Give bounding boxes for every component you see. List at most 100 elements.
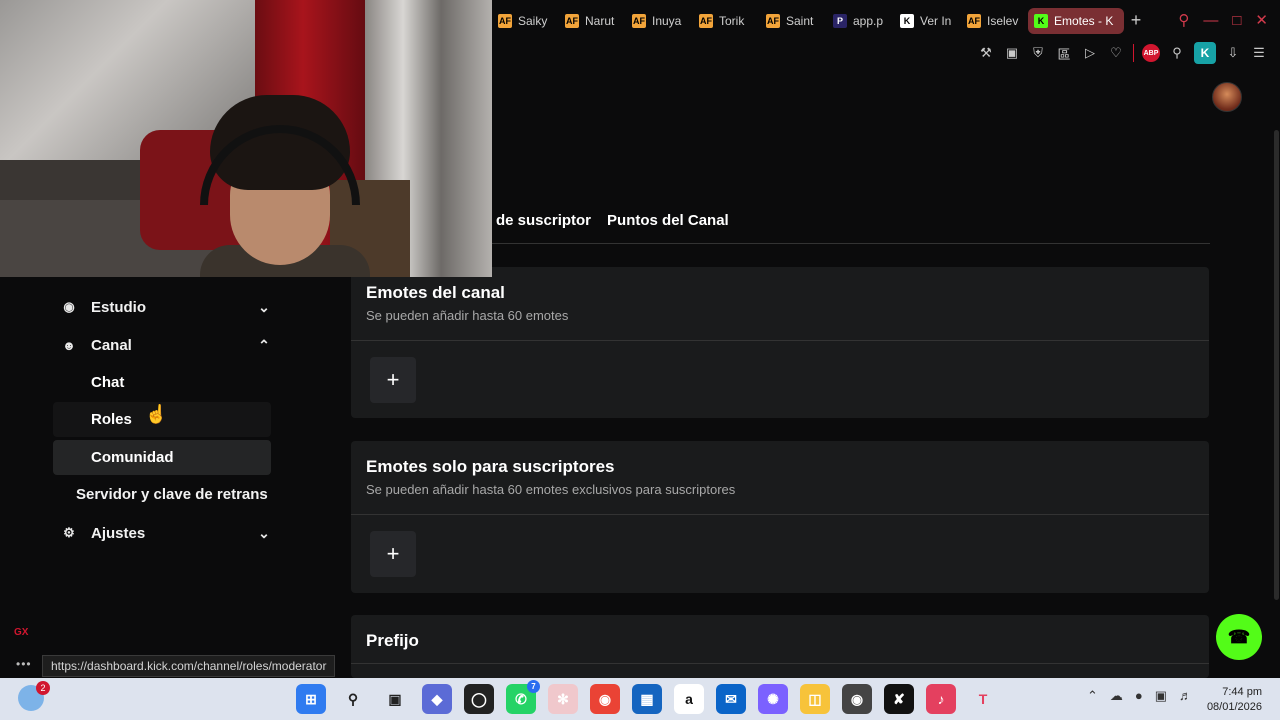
- tab-favicon-icon: K: [1034, 14, 1048, 28]
- scrollbar[interactable]: [1274, 130, 1279, 600]
- tab-favicon-icon: AF: [766, 14, 780, 28]
- browser-tab[interactable]: AF Saiky: [492, 8, 559, 34]
- sidebar-item-studio[interactable]: ◉ Estudio ⌄: [61, 298, 271, 316]
- browser-tab[interactable]: K Ver In: [894, 8, 961, 34]
- chrome-icon[interactable]: ◉: [590, 684, 620, 714]
- card-description: Se pueden añadir hasta 60 emotes: [366, 308, 569, 323]
- snapshot-icon[interactable]: ▣: [1003, 44, 1021, 62]
- browser-tab[interactable]: Papp.p: [827, 8, 894, 34]
- card-title: Prefijo: [366, 631, 419, 650]
- chevron-down-icon[interactable]: ⌄: [257, 525, 271, 541]
- clock-date: 08/01/2026: [1206, 701, 1262, 713]
- microphone-icon[interactable]: ●: [1135, 688, 1143, 704]
- tab-channel-points[interactable]: Puntos del Canal: [607, 212, 729, 230]
- kick-extension-icon[interactable]: K: [1194, 42, 1216, 64]
- start-icon[interactable]: ⊞: [296, 684, 326, 714]
- new-tab-button[interactable]: +: [1124, 8, 1148, 32]
- clock[interactable]: 7:44 pm 08/01/2026: [1207, 685, 1262, 715]
- toolbar-divider: [1133, 44, 1134, 62]
- user-avatar[interactable]: [1212, 82, 1242, 112]
- browser-tab[interactable]: AF Narut: [559, 8, 626, 34]
- opera-gx-icon[interactable]: ◯: [464, 684, 494, 714]
- sidebar-item-label: Canal: [91, 336, 132, 354]
- weather-icon[interactable]: 2: [18, 681, 50, 711]
- whatsapp-icon[interactable]: ✆ 7: [506, 680, 540, 714]
- browser-tab[interactable]: AF Inuya: [626, 8, 693, 34]
- app-swirl-icon[interactable]: ✻: [548, 684, 578, 714]
- pin-icon[interactable]: ⚒: [977, 44, 995, 62]
- tab-favicon-icon: AF: [565, 14, 579, 28]
- chevron-up-icon[interactable]: ⌃: [1087, 688, 1098, 704]
- tab-label: app.p: [853, 14, 884, 28]
- translate-icon[interactable]: 區: [1055, 44, 1073, 62]
- tab-favicon-icon: AF: [699, 14, 713, 28]
- capcut-icon[interactable]: ✘: [884, 684, 914, 714]
- download-icon[interactable]: ⇩: [1224, 44, 1242, 62]
- heart-icon[interactable]: ♡: [1107, 44, 1125, 62]
- sidebar-item-label: Servidor y clave de retrans: [76, 486, 268, 503]
- screen: AF Saiky AF Narut AF Inuya AF Torik AF Saint Papp.…: [0, 0, 1280, 720]
- tiktok-icon[interactable]: ♪: [926, 684, 956, 714]
- tab-favicon-icon: AF: [632, 14, 646, 28]
- extensions-icon[interactable]: ⚲: [1168, 44, 1186, 62]
- chevron-up-icon[interactable]: ⌃: [257, 337, 271, 353]
- store-icon[interactable]: ▦: [632, 684, 662, 714]
- play-icon[interactable]: ▷: [1081, 44, 1099, 62]
- card-divider: [351, 514, 1209, 515]
- browser-tab[interactable]: AF Saint: [760, 8, 827, 34]
- sidebar-item-label: Chat: [91, 374, 125, 391]
- channel-emotes-card: Emotes del canal Se pueden añadir hasta …: [351, 267, 1209, 418]
- volume-icon[interactable]: ♬: [1179, 688, 1192, 704]
- copilot-icon[interactable]: ✺: [758, 684, 788, 714]
- card-divider: [351, 340, 1209, 341]
- whatsapp-badge: 7: [527, 680, 540, 693]
- chevron-down-icon[interactable]: ⌄: [257, 299, 271, 315]
- tab-label: Saiky: [518, 14, 548, 28]
- sidebar-item-channel[interactable]: ☻ Canal ⌃: [61, 336, 271, 354]
- folder-icon[interactable]: ◫: [800, 684, 830, 714]
- shield-icon[interactable]: ⛨: [1029, 44, 1047, 62]
- tab-subscriber-emotes[interactable]: de suscriptor: [496, 212, 591, 230]
- sidebar-item-label: Ajustes: [91, 524, 146, 542]
- tab-label: Torik: [719, 14, 745, 28]
- browser-tabstrip: AF Saiky AF Narut AF Inuya AF Torik AF Saint Papp.…: [492, 0, 1280, 40]
- outlook-icon[interactable]: ✉: [716, 684, 746, 714]
- browser-toolbar: ⚒ ▣ ⛨ 區 ▷ ♡ ABP ⚲ K ⇩ ☰: [492, 40, 1280, 66]
- menu-icon[interactable]: ☰: [1250, 44, 1268, 62]
- card-title: Emotes solo para suscriptores: [366, 457, 615, 476]
- users-icon: ☻: [62, 337, 76, 353]
- app-t-icon[interactable]: T: [968, 684, 998, 714]
- adblock-icon[interactable]: ABP: [1142, 44, 1160, 62]
- system-tray: ⌃ ☁ ● ▣ ♬: [1087, 688, 1192, 704]
- gx-label: GX: [14, 627, 29, 638]
- sidebar-item-settings[interactable]: ⚙ Ajustes ⌄: [61, 524, 271, 542]
- sidebar-item-community[interactable]: Comunidad: [53, 440, 271, 475]
- browser-tab[interactable]: AF Iselev: [961, 8, 1028, 34]
- minimize-icon[interactable]: —: [1203, 12, 1218, 29]
- browser-tab[interactable]: AF Torik: [693, 8, 760, 34]
- add-subscriber-emote-button[interactable]: +: [370, 531, 416, 577]
- sidebar-item-chat[interactable]: Chat: [53, 365, 271, 400]
- search-tabs-icon[interactable]: ⚲: [1178, 11, 1189, 29]
- card-title: Emotes del canal: [366, 283, 505, 302]
- hand-cursor-icon: ☝: [145, 404, 168, 424]
- weather-badge: 2: [36, 681, 50, 695]
- close-icon[interactable]: ✕: [1255, 11, 1268, 29]
- monitor-icon[interactable]: ▣: [1155, 688, 1167, 704]
- amazon-icon[interactable]: a: [674, 684, 704, 714]
- cloud-icon[interactable]: ☁: [1110, 688, 1123, 704]
- browser-tab[interactable]: K Emotes - K: [1028, 8, 1124, 34]
- webcam-person: [200, 95, 370, 277]
- support-chat-button[interactable]: ☎: [1216, 614, 1262, 660]
- tab-label: Narut: [585, 14, 615, 28]
- sidebar-item-server-key[interactable]: Servidor y clave de retrans: [76, 486, 268, 503]
- task-view-icon[interactable]: ▣: [380, 684, 410, 714]
- add-emote-button[interactable]: +: [370, 357, 416, 403]
- camera-app-icon[interactable]: ◉: [842, 684, 872, 714]
- tab-favicon-icon: AF: [498, 14, 512, 28]
- app-diamond-icon[interactable]: ◆: [422, 684, 452, 714]
- maximize-icon[interactable]: □: [1232, 12, 1241, 29]
- search-icon[interactable]: ⚲: [338, 684, 368, 714]
- sidebar-item-label: Comunidad: [91, 449, 174, 466]
- more-icon[interactable]: •••: [16, 657, 32, 671]
